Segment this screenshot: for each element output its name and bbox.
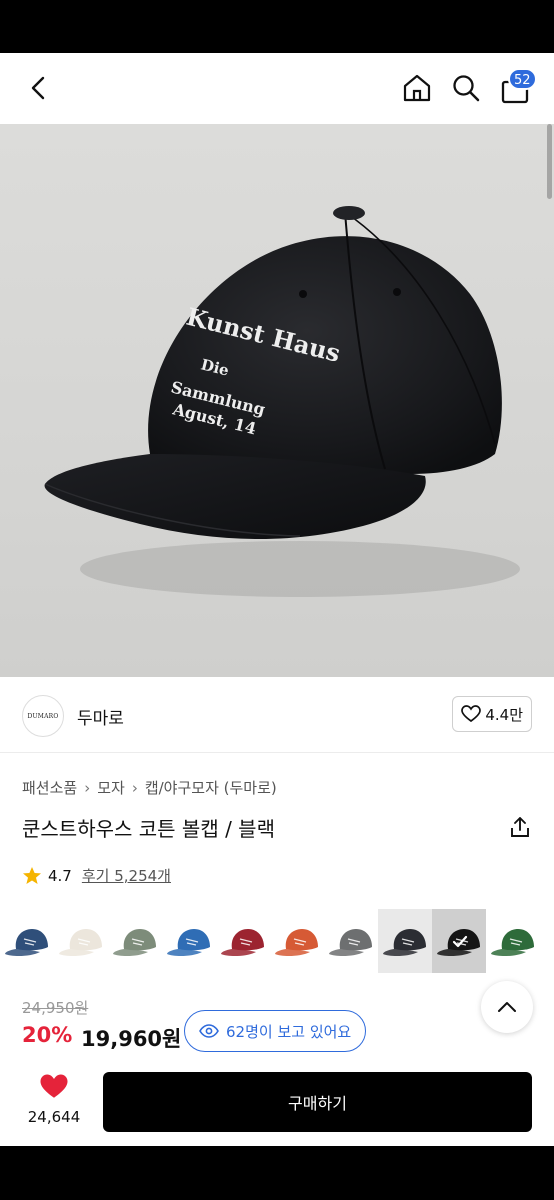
brand-like-count: 4.4만	[485, 705, 523, 724]
chevron-up-icon	[498, 1002, 516, 1012]
product-image[interactable]: Kunst Haus Die Sammlung Agust, 14	[0, 124, 554, 677]
breadcrumb: 패션소품 › 모자 › 캡/야구모자 (두마로)	[22, 777, 277, 798]
swatch-cap-icon	[113, 929, 156, 957]
swatch-cap-icon	[437, 929, 480, 957]
eye-icon	[199, 1024, 219, 1038]
color-swatch[interactable]	[378, 909, 432, 973]
wishlist-button[interactable]: 24,644	[22, 1073, 86, 1126]
back-button[interactable]	[22, 71, 56, 105]
app-header: 52	[0, 53, 554, 124]
share-icon[interactable]	[508, 815, 532, 839]
search-button[interactable]	[449, 71, 483, 105]
breadcrumb-item[interactable]: 모자	[97, 777, 125, 798]
swatch-cap-icon	[383, 929, 426, 957]
discount-rate: 20%	[22, 1023, 73, 1047]
review-link[interactable]: 후기 5,254개	[82, 865, 171, 886]
color-swatch[interactable]	[270, 909, 324, 973]
viewers-text: 62명이 보고 있어요	[226, 1022, 352, 1041]
buy-button[interactable]: 구매하기	[103, 1072, 532, 1132]
color-swatches	[0, 909, 554, 973]
chevron-right-icon: ›	[84, 778, 91, 797]
chevron-left-icon	[31, 76, 45, 100]
swatch-cap-icon	[491, 929, 534, 957]
breadcrumb-item[interactable]: 패션소품	[22, 777, 77, 798]
color-swatch[interactable]	[54, 909, 108, 973]
star-icon	[23, 866, 41, 884]
viewers-pill[interactable]: 62명이 보고 있어요	[184, 1010, 367, 1052]
color-swatch[interactable]	[216, 909, 270, 973]
cart-count-badge: 52	[508, 68, 537, 90]
swatch-cap-icon	[5, 929, 48, 957]
swatch-cap-icon	[329, 929, 372, 957]
heart-outline-icon	[461, 705, 482, 723]
chevron-right-icon: ›	[131, 778, 138, 797]
color-swatch[interactable]	[486, 909, 540, 973]
swatch-cap-icon	[167, 929, 210, 957]
brand-logo[interactable]: DUMARO	[22, 695, 64, 737]
brand-like-button[interactable]: 4.4만	[452, 696, 532, 732]
color-swatch[interactable]	[162, 909, 216, 973]
page-scrollbar[interactable]	[547, 124, 552, 199]
sale-price: 19,960원	[81, 1027, 182, 1051]
rating-score: 4.7	[48, 866, 72, 885]
status-bar	[0, 0, 554, 53]
swatch-cap-icon	[221, 929, 264, 957]
rating-row: 4.7 후기 5,254개	[22, 865, 171, 886]
color-swatch[interactable]	[432, 909, 486, 973]
color-swatch[interactable]	[0, 909, 54, 973]
product-title: 쿤스트하우스 코튼 볼캡 / 블랙	[22, 817, 275, 841]
swatch-cap-icon	[59, 929, 102, 957]
swatch-cap-icon	[275, 929, 318, 957]
cart-button[interactable]: 52	[498, 68, 537, 105]
home-indicator-bar	[0, 1146, 554, 1200]
scroll-top-button[interactable]	[481, 981, 533, 1033]
wishlist-count: 24,644	[27, 1108, 81, 1126]
brand-row[interactable]: DUMARO 두마로 4.4만	[0, 677, 554, 753]
brand-name[interactable]: 두마로	[77, 704, 124, 729]
color-swatch[interactable]	[108, 909, 162, 973]
home-icon	[403, 74, 431, 102]
search-icon	[453, 75, 480, 102]
product-page: 52 Kunst Haus Die Sammlung Agust, 14 DUM…	[0, 53, 554, 1146]
original-price: 24,950원	[22, 999, 89, 1017]
cap-illustration: Kunst Haus Die Sammlung Agust, 14	[44, 206, 520, 597]
heart-filled-icon	[40, 1074, 68, 1098]
home-button[interactable]	[400, 71, 434, 105]
color-swatch[interactable]	[324, 909, 378, 973]
breadcrumb-item[interactable]: 캡/야구모자 (두마로)	[145, 777, 277, 798]
